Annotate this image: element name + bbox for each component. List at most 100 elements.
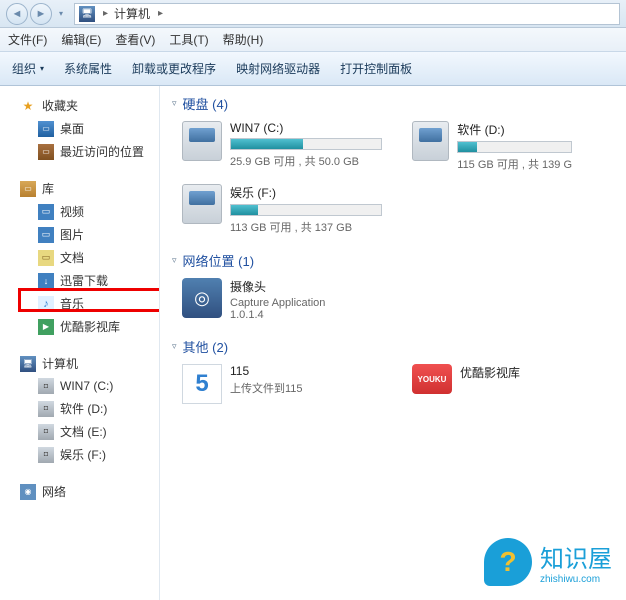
control-panel-button[interactable]: 打开控制面板: [340, 60, 412, 77]
watermark-title: 知识屋: [540, 539, 612, 574]
sidebar-network[interactable]: ◉网络: [0, 480, 159, 503]
item-label: 115: [230, 364, 382, 378]
collapse-icon: ▿: [172, 255, 177, 266]
drive-label: 软件 (D:): [457, 121, 572, 138]
section-other: ▿其他 (2) 5 115 上传文件到115 YOUKU 优酷影视库: [172, 337, 614, 404]
picture-icon: ▭: [38, 227, 54, 243]
drive-item[interactable]: WIN7 (C:) 25.9 GB 可用 , 共 50.0 GB: [182, 121, 382, 172]
menu-help[interactable]: 帮助(H): [223, 31, 264, 48]
drive-icon: ◘: [38, 447, 54, 463]
section-drives: ▿硬盘 (4) WIN7 (C:) 25.9 GB 可用 , 共 50.0 GB…: [172, 94, 614, 235]
sidebar-video[interactable]: ▭视频: [0, 200, 159, 223]
computer-icon: 🖥: [79, 6, 95, 22]
drive-free-text: 115 GB 可用 , 共 139 G: [457, 156, 572, 172]
item-label: 优酷影视库: [460, 364, 562, 381]
section-network: ▿网络位置 (1) ◎ 摄像头 Capture Application 1.0.…: [172, 251, 614, 321]
other-item-115[interactable]: 5 115 上传文件到115: [182, 364, 382, 404]
collapse-icon: ▿: [172, 341, 177, 352]
collapse-icon: ▿: [172, 98, 177, 109]
usage-fill: [231, 139, 303, 149]
menu-bar: 文件(F) 编辑(E) 查看(V) 工具(T) 帮助(H): [0, 28, 626, 52]
menu-view[interactable]: 查看(V): [115, 31, 155, 48]
sidebar-drive-f[interactable]: ◘娱乐 (F:): [0, 443, 159, 466]
sidebar-computer[interactable]: 🖥计算机: [0, 352, 159, 375]
drive-free-text: 113 GB 可用 , 共 137 GB: [230, 219, 382, 235]
drive-icon: ◘: [38, 401, 54, 417]
menu-edit[interactable]: 编辑(E): [61, 31, 101, 48]
watermark-url: zhishiwu.com: [540, 574, 612, 585]
section-header-other[interactable]: ▿其他 (2): [172, 337, 614, 356]
item-subtitle: 上传文件到115: [230, 380, 382, 396]
drive-item[interactable]: 娱乐 (F:) 113 GB 可用 , 共 137 GB: [182, 184, 382, 235]
115-icon: 5: [182, 364, 222, 404]
content-pane: ▿硬盘 (4) WIN7 (C:) 25.9 GB 可用 , 共 50.0 GB…: [160, 86, 626, 600]
sidebar-drive-d[interactable]: ◘软件 (D:): [0, 397, 159, 420]
sidebar-drive-e[interactable]: ◘文档 (E:): [0, 420, 159, 443]
section-header-drives[interactable]: ▿硬盘 (4): [172, 94, 614, 113]
watermark: ? 知识屋 zhishiwu.com: [484, 538, 612, 586]
desktop-icon: ▭: [38, 121, 54, 137]
chevron-down-icon: ▾: [40, 64, 44, 73]
menu-file[interactable]: 文件(F): [8, 31, 47, 48]
sidebar-youku[interactable]: ▶优酷影视库: [0, 315, 159, 338]
item-version: 1.0.1.4: [230, 309, 382, 321]
toolbar: 组织▾ 系统属性 卸载或更改程序 映射网络驱动器 打开控制面板: [0, 52, 626, 86]
section-header-network[interactable]: ▿网络位置 (1): [172, 251, 614, 270]
usage-fill: [231, 205, 258, 215]
item-label: 摄像头: [230, 278, 382, 295]
nav-buttons: ◄ ► ▾: [6, 3, 66, 25]
network-item-camera[interactable]: ◎ 摄像头 Capture Application 1.0.1.4: [182, 278, 382, 321]
other-item-youku[interactable]: YOUKU 优酷影视库: [412, 364, 562, 404]
sidebar: ★收藏夹 ▭桌面 ▭最近访问的位置 ▭库 ▭视频 ▭图片 ▭文档 ↓迅雷下载 ♪…: [0, 86, 160, 600]
sidebar-drive-c[interactable]: ◘WIN7 (C:): [0, 375, 159, 397]
sidebar-music[interactable]: ♪音乐: [0, 292, 159, 315]
back-button[interactable]: ◄: [6, 3, 28, 25]
usage-fill: [458, 142, 477, 152]
drive-icon: ◘: [38, 424, 54, 440]
usage-bar: [230, 204, 382, 216]
download-icon: ↓: [38, 273, 54, 289]
drive-icon: [412, 121, 449, 161]
breadcrumb-arrow-icon: ▸: [103, 8, 108, 19]
folder-icon: ▭: [38, 144, 54, 160]
organize-button[interactable]: 组织▾: [12, 60, 44, 77]
drive-free-text: 25.9 GB 可用 , 共 50.0 GB: [230, 153, 382, 169]
usage-bar: [457, 141, 572, 153]
item-subtitle: Capture Application: [230, 297, 382, 309]
map-network-drive-button[interactable]: 映射网络驱动器: [236, 60, 320, 77]
network-icon: ◉: [20, 484, 36, 500]
menu-tools[interactable]: 工具(T): [169, 31, 208, 48]
drive-icon: [182, 121, 222, 161]
drive-label: WIN7 (C:): [230, 121, 382, 135]
main-area: ★收藏夹 ▭桌面 ▭最近访问的位置 ▭库 ▭视频 ▭图片 ▭文档 ↓迅雷下载 ♪…: [0, 86, 626, 600]
drive-icon: ◘: [38, 378, 54, 394]
star-icon: ★: [20, 98, 36, 114]
youku-icon: ▶: [38, 319, 54, 335]
music-icon: ♪: [38, 296, 54, 312]
sidebar-libraries[interactable]: ▭库: [0, 177, 159, 200]
sidebar-pictures[interactable]: ▭图片: [0, 223, 159, 246]
youku-icon: YOUKU: [412, 364, 452, 394]
sidebar-recent[interactable]: ▭最近访问的位置: [0, 140, 159, 163]
video-icon: ▭: [38, 204, 54, 220]
drive-label: 娱乐 (F:): [230, 184, 382, 201]
breadcrumb-arrow-icon: ▸: [158, 8, 163, 19]
title-bar: ◄ ► ▾ 🖥 ▸ 计算机 ▸: [0, 0, 626, 28]
breadcrumb-location[interactable]: 计算机: [114, 5, 150, 22]
uninstall-button[interactable]: 卸载或更改程序: [132, 60, 216, 77]
sidebar-xunlei[interactable]: ↓迅雷下载: [0, 269, 159, 292]
drive-item[interactable]: 软件 (D:) 115 GB 可用 , 共 139 G: [412, 121, 572, 172]
computer-icon: 🖥: [20, 356, 36, 372]
address-bar[interactable]: 🖥 ▸ 计算机 ▸: [74, 3, 620, 25]
usage-bar: [230, 138, 382, 150]
sidebar-desktop[interactable]: ▭桌面: [0, 117, 159, 140]
drive-icon: [182, 184, 222, 224]
sidebar-favorites[interactable]: ★收藏夹: [0, 94, 159, 117]
camera-icon: ◎: [182, 278, 222, 318]
nav-history-dropdown[interactable]: ▾: [56, 3, 66, 25]
sidebar-documents[interactable]: ▭文档: [0, 246, 159, 269]
system-properties-button[interactable]: 系统属性: [64, 60, 112, 77]
watermark-icon: ?: [484, 538, 532, 586]
forward-button[interactable]: ►: [30, 3, 52, 25]
document-icon: ▭: [38, 250, 54, 266]
